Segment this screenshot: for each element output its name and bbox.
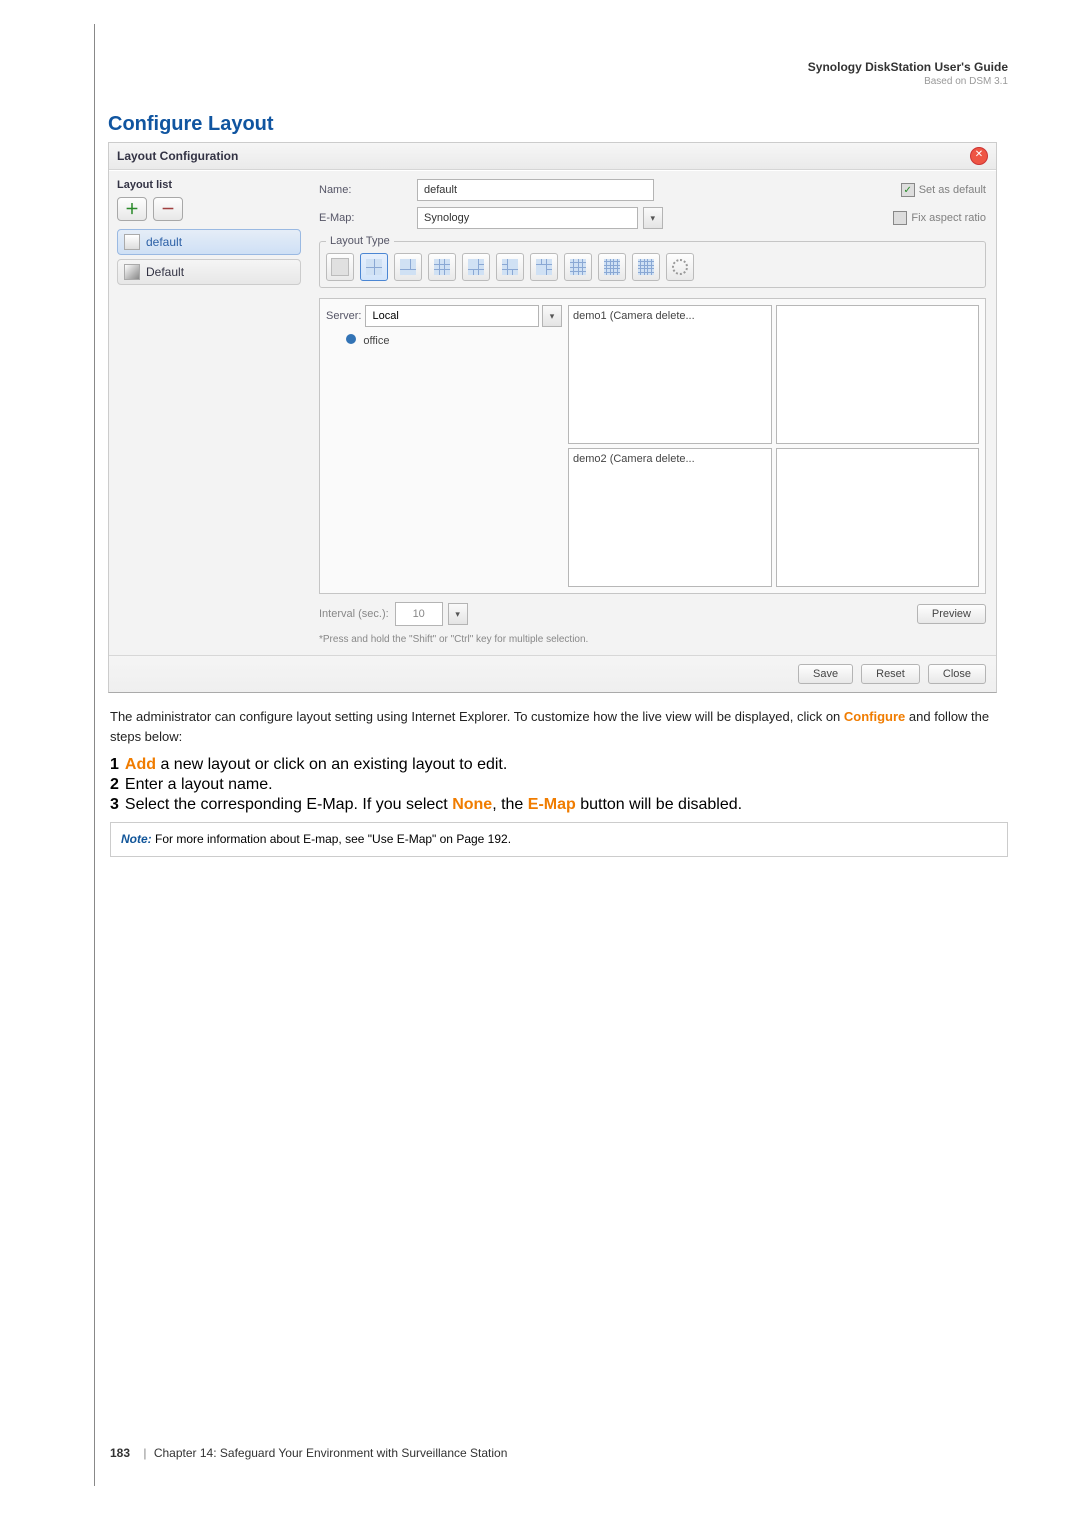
- note-label: Note:: [121, 832, 152, 846]
- configure-keyword: Configure: [844, 709, 905, 724]
- layout-type-4c[interactable]: [530, 253, 558, 281]
- checkbox-checked-icon: [901, 183, 915, 197]
- emap-keyword: E-Map: [528, 796, 576, 813]
- preview-cell-3[interactable]: demo2 (Camera delete...: [568, 448, 772, 587]
- layout-type-3x3[interactable]: [428, 253, 456, 281]
- layout-type-4b[interactable]: [496, 253, 524, 281]
- interval-label: Interval (sec.):: [319, 608, 389, 620]
- steps-list: 1Add a new layout or click on an existin…: [110, 756, 1008, 816]
- camera-node-office[interactable]: office: [346, 333, 562, 347]
- layout-grid-icon: [124, 234, 140, 250]
- reset-button[interactable]: Reset: [861, 664, 920, 684]
- camera-label: office: [363, 335, 389, 347]
- emap-select[interactable]: [417, 207, 638, 229]
- chevron-down-icon[interactable]: ▾: [542, 305, 562, 327]
- save-button[interactable]: Save: [798, 664, 853, 684]
- checkbox-icon: [893, 211, 907, 225]
- page-footer: 183 | Chapter 14: Safeguard Your Environ…: [110, 1406, 1008, 1460]
- layout-type-group: Layout Type: [319, 235, 986, 288]
- camera-assignment-panel: Server: ▾ office demo1 (Camera dele: [319, 298, 986, 594]
- layout-grad-icon: [124, 264, 140, 280]
- step-3: 3Select the corresponding E-Map. If you …: [110, 796, 1008, 814]
- close-icon[interactable]: ✕: [970, 147, 988, 165]
- interval-input[interactable]: [395, 602, 443, 626]
- add-layout-button[interactable]: ＋: [117, 197, 147, 221]
- layout-type-cycle[interactable]: [666, 253, 694, 281]
- layout-type-5x5[interactable]: [598, 253, 626, 281]
- set-as-default-checkbox[interactable]: Set as default: [901, 183, 986, 197]
- remove-layout-button[interactable]: －: [153, 197, 183, 221]
- fix-aspect-checkbox[interactable]: Fix aspect ratio: [893, 211, 986, 225]
- layout-type-2x2[interactable]: [360, 253, 388, 281]
- minus-icon: －: [161, 199, 175, 219]
- layout-type-4x4[interactable]: [564, 253, 592, 281]
- chevron-down-icon[interactable]: ▾: [448, 603, 468, 625]
- multi-select-hint: *Press and hold the "Shift" or "Ctrl" ke…: [319, 634, 986, 645]
- set-default-label: Set as default: [919, 184, 986, 196]
- layout-type-1plus3[interactable]: [394, 253, 422, 281]
- name-input[interactable]: [417, 179, 654, 201]
- intro-paragraph: The administrator can configure layout s…: [110, 707, 1008, 746]
- fix-aspect-label: Fix aspect ratio: [911, 212, 986, 224]
- preview-button[interactable]: Preview: [917, 604, 986, 624]
- layout-item-label: Default: [146, 265, 184, 279]
- note-box: Note: For more information about E-map, …: [110, 822, 1008, 857]
- section-title: Configure Layout: [108, 113, 1008, 136]
- server-select[interactable]: [365, 305, 539, 327]
- layout-type-4a[interactable]: [462, 253, 490, 281]
- cycle-icon: [672, 259, 688, 275]
- camera-icon: [346, 334, 356, 344]
- note-text: For more information about E-map, see "U…: [152, 832, 511, 846]
- server-label: Server:: [326, 310, 361, 322]
- emap-label: E-Map:: [319, 212, 411, 224]
- page-number: 183: [110, 1446, 130, 1460]
- name-label: Name:: [319, 184, 411, 196]
- none-keyword: None: [452, 796, 492, 813]
- dialog-title: Layout Configuration: [117, 149, 238, 163]
- chevron-down-icon[interactable]: ▾: [643, 207, 663, 229]
- layout-item-label: default: [146, 235, 182, 249]
- step-1: 1Add a new layout or click on an existin…: [110, 756, 1008, 774]
- plus-icon: ＋: [125, 199, 139, 219]
- camera-tree: office: [326, 327, 562, 347]
- layout-list-heading: Layout list: [117, 179, 301, 191]
- preview-cell-4[interactable]: [776, 448, 980, 587]
- layout-item-Default[interactable]: Default: [117, 259, 301, 285]
- close-button[interactable]: Close: [928, 664, 986, 684]
- layout-item-default[interactable]: default: [117, 229, 301, 255]
- preview-cell-1[interactable]: demo1 (Camera delete...: [568, 305, 772, 444]
- doc-header: Synology DiskStation User's Guide: [110, 60, 1008, 74]
- layout-config-dialog: Layout Configuration ✕ Layout list ＋ － d…: [108, 142, 997, 693]
- layout-type-6x6[interactable]: [632, 253, 660, 281]
- add-keyword: Add: [125, 756, 156, 773]
- doc-subheader: Based on DSM 3.1: [110, 76, 1008, 87]
- sidebar: Layout list ＋ － default Default: [109, 171, 309, 655]
- step-2: 2Enter a layout name.: [110, 776, 1008, 794]
- preview-cell-2[interactable]: [776, 305, 980, 444]
- layout-type-label: Layout Type: [326, 235, 394, 247]
- chapter-title: Chapter 14: Safeguard Your Environment w…: [154, 1446, 508, 1460]
- layout-type-1x1[interactable]: [326, 253, 354, 281]
